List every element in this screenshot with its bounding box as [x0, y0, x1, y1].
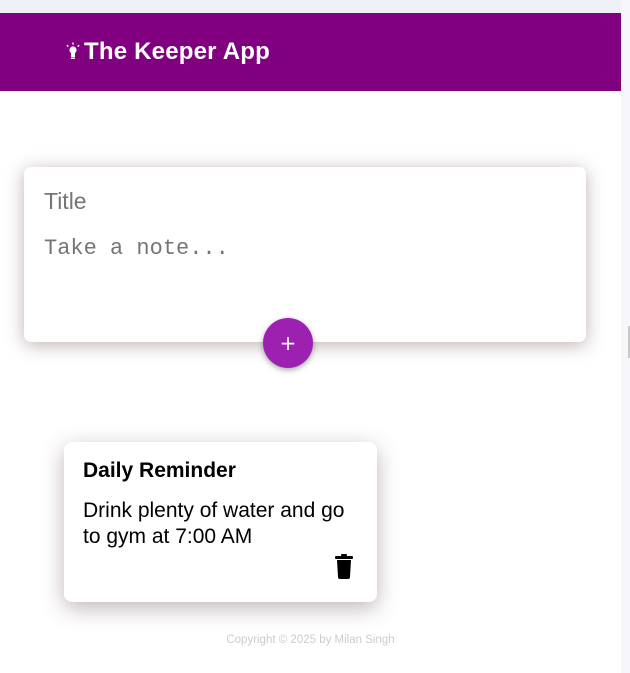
app-title: The Keeper App: [84, 38, 270, 65]
brand: The Keeper App: [64, 35, 270, 69]
delete-note-button[interactable]: [332, 552, 356, 580]
note-card: Daily Reminder Drink plenty of water and…: [64, 442, 377, 602]
page: The Keeper App + Daily Reminder Drink pl…: [0, 13, 621, 673]
note-content: Drink plenty of water and go to gym at 7…: [83, 499, 345, 548]
footer: Copyright © 2025 by Milan Singh: [0, 633, 621, 647]
note-title: Daily Reminder: [83, 459, 236, 482]
trash-icon: [335, 554, 353, 579]
note-title-input[interactable]: [44, 182, 564, 220]
note-content-textarea[interactable]: [44, 235, 564, 277]
lightbulb-icon: [64, 41, 82, 63]
app-header: The Keeper App: [0, 13, 621, 91]
create-note-card: [24, 167, 586, 342]
add-note-button[interactable]: +: [263, 318, 313, 368]
copyright-text: Copyright © 2025 by Milan Singh: [226, 634, 395, 646]
